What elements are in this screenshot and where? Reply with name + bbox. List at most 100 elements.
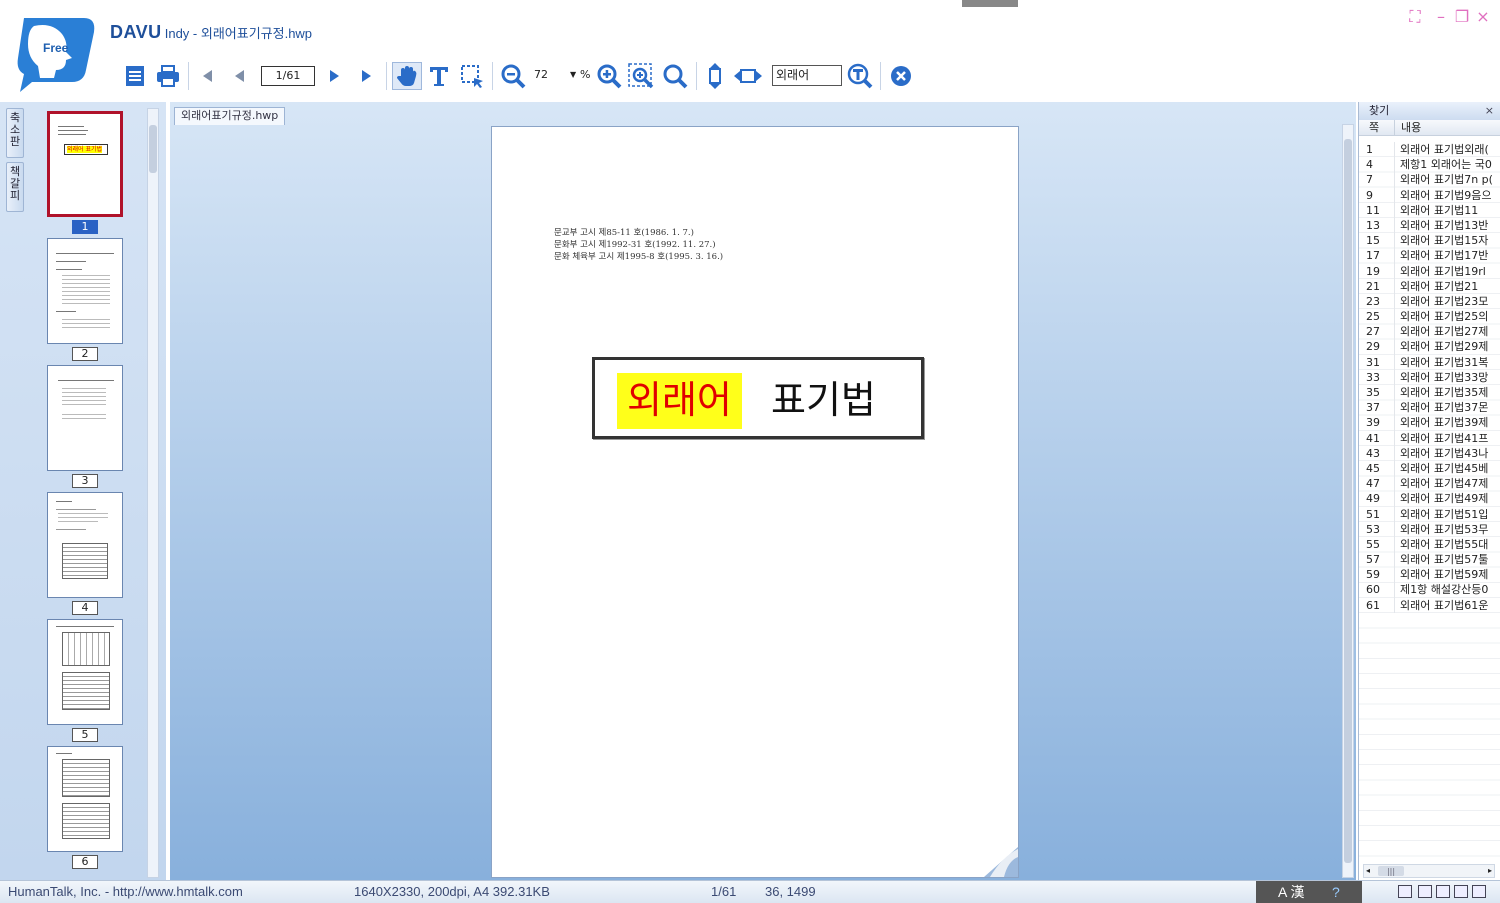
first-page-icon[interactable]: [196, 62, 218, 90]
result-row[interactable]: 61 외래어 표기법61운: [1359, 597, 1500, 613]
restore-icon[interactable]: ❐: [1453, 8, 1471, 26]
document-icon[interactable]: [122, 62, 148, 90]
page-indicator-input[interactable]: 1/61: [261, 66, 315, 86]
scrollbar-thumb[interactable]: [1344, 139, 1352, 863]
thumbnail-page-1[interactable]: 외래어 표기법: [47, 111, 123, 217]
zoom-unit: %: [580, 68, 591, 81]
result-row[interactable]: 37 외래어 표기법37몬: [1359, 400, 1500, 416]
result-row[interactable]: 51 외래어 표기법51입: [1359, 506, 1500, 522]
view-continuous-icon[interactable]: [1418, 885, 1432, 898]
result-row[interactable]: 21 외래어 표기법21: [1359, 278, 1500, 294]
thumbnail-page-2[interactable]: [47, 238, 123, 344]
close-icon[interactable]: ×: [1485, 102, 1494, 120]
result-row[interactable]: 39 외래어 표기법39제: [1359, 415, 1500, 431]
result-text: 외래어 표기법7n p(: [1400, 173, 1493, 187]
result-row[interactable]: 29 외래어 표기법29제: [1359, 339, 1500, 355]
result-row[interactable]: 19 외래어 표기법19rl: [1359, 263, 1500, 279]
view-facing-icon[interactable]: [1436, 885, 1450, 898]
help-icon[interactable]: ?: [1332, 881, 1340, 903]
result-row[interactable]: 15 외래어 표기법15자: [1359, 233, 1500, 249]
fit-width-icon[interactable]: [732, 62, 764, 90]
result-row[interactable]: 17 외래어 표기법17반: [1359, 248, 1500, 264]
result-page: 31: [1359, 354, 1395, 370]
result-row[interactable]: 55 외래어 표기법55대: [1359, 536, 1500, 553]
scroll-right-icon[interactable]: ▸: [1488, 865, 1492, 877]
zoom-out-icon[interactable]: [498, 62, 528, 90]
tab-bookmarks[interactable]: 책갈피: [6, 162, 24, 212]
scrollbar-thumb[interactable]: |||: [1378, 866, 1404, 876]
result-row[interactable]: 35 외래어 표기법35제: [1359, 385, 1500, 401]
text-search-icon[interactable]: [846, 62, 874, 90]
thumbnail-scrollbar[interactable]: [147, 108, 159, 878]
result-row[interactable]: 4 제항1 외래어는 국0: [1359, 157, 1500, 173]
result-row[interactable]: 11 외래어 표기법11: [1359, 202, 1500, 218]
fit-height-icon[interactable]: [702, 62, 728, 90]
thumbnail-table: [62, 672, 110, 710]
scrollbar-thumb[interactable]: [149, 125, 157, 173]
result-row[interactable]: 41 외래어 표기법41프: [1359, 430, 1500, 446]
results-hscrollbar[interactable]: ◂ ||| ▸: [1363, 864, 1495, 878]
minimize-icon[interactable]: –: [1432, 8, 1450, 26]
col-page-header[interactable]: 쪽: [1359, 120, 1395, 135]
result-row[interactable]: 31 외래어 표기법31복: [1359, 354, 1500, 370]
next-page-icon[interactable]: [324, 62, 346, 90]
result-page: 39: [1359, 415, 1395, 431]
result-row[interactable]: 57 외래어 표기법57툴: [1359, 552, 1500, 568]
company-link[interactable]: HumanTalk, Inc. - http://www.hmtalk.com: [8, 884, 243, 899]
result-row[interactable]: 13 외래어 표기법13반: [1359, 217, 1500, 234]
result-row[interactable]: 49 외래어 표기법49제: [1359, 491, 1500, 507]
area-select-icon[interactable]: [458, 62, 486, 90]
hand-tool-icon[interactable]: [392, 62, 422, 90]
thumbnail-page-5[interactable]: [47, 619, 123, 725]
document-scrollbar[interactable]: [1342, 124, 1354, 878]
result-text: 외래어 표기법21: [1400, 279, 1479, 293]
image-info: 1640X2330, 200dpi, A4 392.31KB: [354, 884, 550, 899]
result-row[interactable]: 60 제1항 해설강산등0: [1359, 582, 1500, 598]
result-row[interactable]: 59 외래어 표기법59제: [1359, 567, 1500, 583]
result-row[interactable]: 45 외래어 표기법45베: [1359, 460, 1500, 477]
result-row[interactable]: 25 외래어 표기법25의: [1359, 309, 1500, 325]
window-title-text: Indy - 외래어표기규정.hwp: [164, 26, 313, 41]
col-content-header[interactable]: 내용: [1395, 120, 1500, 135]
zoom-area-icon[interactable]: [626, 62, 656, 90]
result-page: 53: [1359, 521, 1395, 537]
result-row[interactable]: 43 외래어 표기법43나: [1359, 445, 1500, 461]
result-row[interactable]: 9 외래어 표기법9음으: [1359, 187, 1500, 203]
text-select-icon[interactable]: [426, 62, 452, 90]
result-page: 15: [1359, 233, 1395, 249]
result-page: 7: [1359, 172, 1395, 188]
fullscreen-icon[interactable]: ⛶: [1406, 8, 1424, 26]
result-row[interactable]: 27 외래어 표기법27제: [1359, 324, 1500, 340]
tab-thumbnails[interactable]: 축소판: [6, 108, 24, 158]
close-search-icon[interactable]: [886, 62, 916, 90]
view-grid-icon[interactable]: [1472, 885, 1486, 898]
result-row[interactable]: 1 외래어 표기법외래(: [1359, 142, 1500, 158]
thumbnail-page-6[interactable]: [47, 746, 123, 852]
result-row[interactable]: 23 외래어 표기법23모: [1359, 293, 1500, 310]
zoom-select[interactable]: 72 ▼ %: [530, 66, 594, 86]
result-row[interactable]: 53 외래어 표기법53무: [1359, 521, 1500, 537]
result-text: 외래어 표기법33망: [1400, 370, 1489, 384]
close-window-icon[interactable]: ×: [1474, 8, 1492, 26]
chevron-down-icon[interactable]: ▼: [570, 66, 580, 86]
document-title-box: 외래어 표기법: [592, 357, 924, 439]
zoom-in-icon[interactable]: [594, 62, 624, 90]
prev-page-icon[interactable]: [228, 62, 250, 90]
document-viewer: 외래어표기규정.hwp 문교부 고시 제85-11 호(1986. 1. 7.)…: [170, 102, 1356, 880]
result-row[interactable]: 7 외래어 표기법7n p(: [1359, 172, 1500, 188]
view-book-icon[interactable]: [1454, 885, 1468, 898]
zoom-fit-icon[interactable]: [660, 62, 690, 90]
print-icon[interactable]: [154, 62, 182, 90]
scroll-left-icon[interactable]: ◂: [1366, 865, 1370, 877]
result-row[interactable]: 33 외래어 표기법33망: [1359, 369, 1500, 385]
search-input[interactable]: 외래어: [772, 65, 842, 86]
document-page[interactable]: 문교부 고시 제85-11 호(1986. 1. 7.) 문화부 고시 제199…: [491, 126, 1019, 878]
last-page-icon[interactable]: [356, 62, 378, 90]
document-tab[interactable]: 외래어표기규정.hwp: [174, 107, 286, 125]
thumbnail-page-4[interactable]: [47, 492, 123, 598]
top-handle[interactable]: [962, 0, 1018, 7]
thumbnail-page-3[interactable]: [47, 365, 123, 471]
result-row[interactable]: 47 외래어 표기법47제: [1359, 476, 1500, 492]
view-single-icon[interactable]: [1398, 885, 1412, 898]
ime-indicator[interactable]: A 漢 ?: [1256, 881, 1362, 903]
